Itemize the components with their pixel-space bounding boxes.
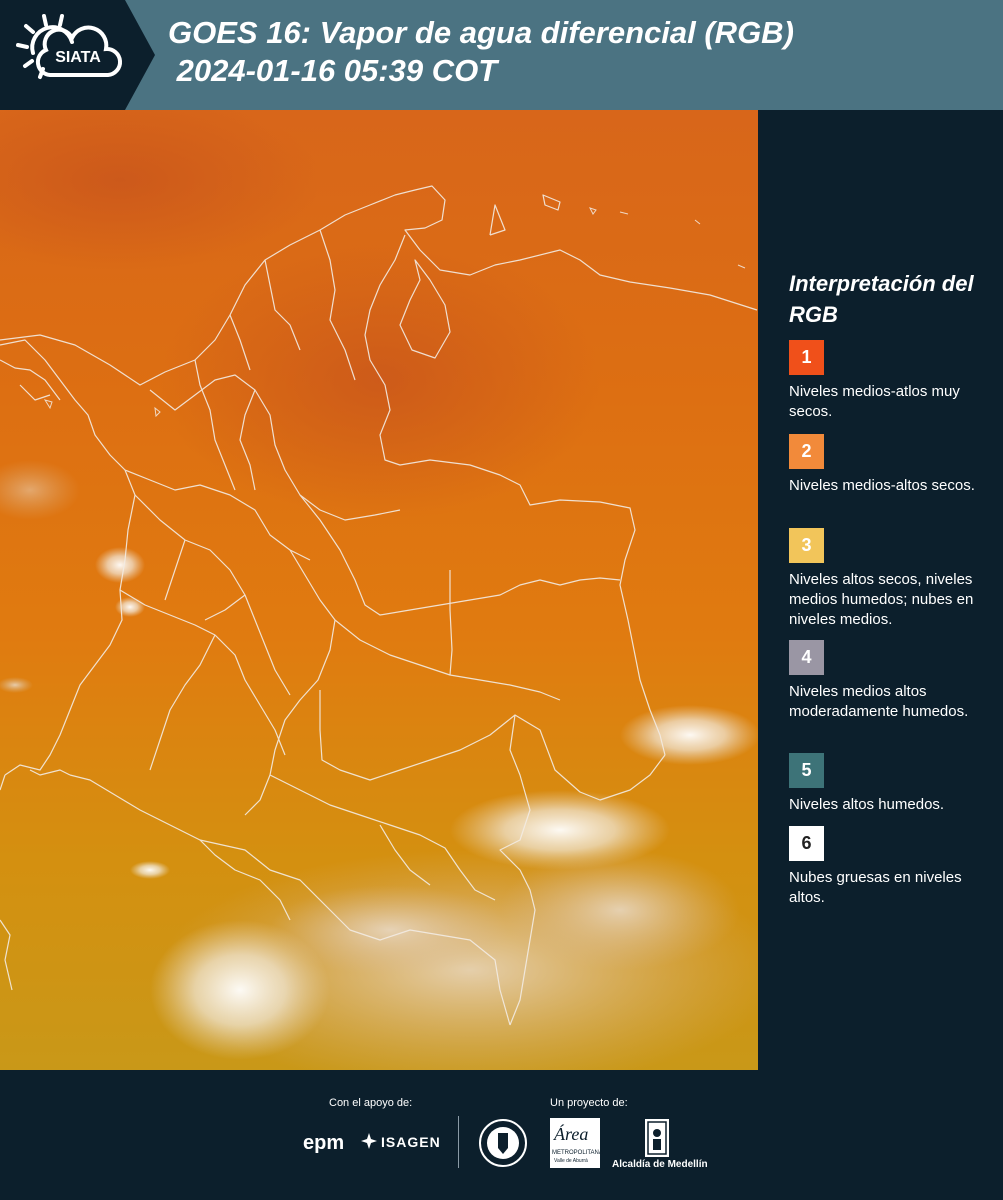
cloud-mass bbox=[620, 705, 758, 765]
legend-text: Niveles medios altos moderadamente humed… bbox=[789, 683, 969, 720]
legend-swatch: 1 bbox=[789, 340, 824, 375]
cloud-mass bbox=[115, 597, 145, 617]
colombia-ecuador-border bbox=[29, 769, 71, 776]
department-border bbox=[119, 589, 286, 756]
footer: Con el apoyo de: Un proyecto de: epm ISA… bbox=[0, 1070, 1003, 1200]
cloud-mass bbox=[0, 460, 80, 520]
area-metropolitana-logo: Área METROPOLITANA Valle de Aburrá bbox=[550, 1118, 603, 1168]
legend-text: Niveles medios-atlos muy secos. bbox=[789, 383, 960, 420]
department-border bbox=[334, 619, 561, 701]
page-title: GOES 16: Vapor de agua diferencial (RGB)… bbox=[168, 15, 794, 88]
siata-logo: SIATA bbox=[0, 0, 155, 110]
venezuela-coast bbox=[489, 194, 561, 236]
project-label: Un proyecto de: bbox=[550, 1097, 628, 1109]
cloud-mass bbox=[95, 547, 145, 583]
alcaldia-logo: Alcaldía de Medellín bbox=[612, 1159, 708, 1170]
legend-swatch: 4 bbox=[789, 640, 824, 675]
legend-item-4: 4 Niveles medios altos moderadamente hum… bbox=[789, 640, 994, 722]
legend-text: Niveles medios-altos secos. bbox=[789, 477, 975, 494]
isagen-icon bbox=[361, 1133, 377, 1149]
cloud-mass bbox=[130, 861, 170, 879]
area-logo-sub2: Valle de Aburrá bbox=[554, 1158, 588, 1164]
cloud-mass bbox=[270, 885, 510, 975]
legend-swatch: 3 bbox=[789, 528, 824, 563]
alcaldia-shield-icon bbox=[645, 1119, 669, 1157]
header-bar: SIATA GOES 16: Vapor de agua diferencial… bbox=[0, 0, 1003, 110]
satellite-image bbox=[0, 110, 758, 1070]
legend-swatch: 2 bbox=[789, 434, 824, 469]
legend-panel: Interpretación del RGB 1 Niveles medios-… bbox=[758, 110, 1003, 1070]
legend-text: Niveles altos secos, niveles medios hume… bbox=[789, 571, 974, 628]
legend-text: Niveles altos humedos. bbox=[789, 796, 945, 813]
footer-divider bbox=[458, 1116, 459, 1168]
legend-swatch: 5 bbox=[789, 753, 824, 788]
panama-isthmus bbox=[0, 359, 61, 401]
department-border bbox=[244, 549, 336, 816]
epm-logo: epm bbox=[303, 1132, 345, 1154]
ecuador-coast bbox=[0, 774, 13, 991]
area-logo-text: Área bbox=[554, 1124, 589, 1144]
support-label: Con el apoyo de: bbox=[329, 1097, 413, 1109]
legend-swatch: 6 bbox=[789, 826, 824, 861]
dry-region bbox=[0, 110, 320, 270]
logo-text: SIATA bbox=[55, 49, 101, 66]
legend-item-1: 1 Niveles medios-atlos muy secos. bbox=[789, 340, 994, 422]
legend-item-3: 3 Niveles altos secos, niveles medios hu… bbox=[789, 528, 994, 630]
dry-region bbox=[160, 240, 600, 520]
department-border bbox=[149, 539, 246, 771]
isagen-logo: ISAGEN bbox=[381, 1134, 441, 1150]
cloud-mass bbox=[500, 850, 740, 970]
legend-text: Nubes gruesas en niveles altos. bbox=[789, 869, 962, 906]
cloud-mass bbox=[0, 677, 33, 693]
seal-icon bbox=[479, 1119, 527, 1167]
department-border bbox=[134, 494, 291, 696]
legend-item-6: 6 Nubes gruesas en niveles altos. bbox=[789, 826, 994, 908]
legend-title: Interpretación del RGB bbox=[789, 271, 974, 327]
legend-item-2: 2 Niveles medios-altos secos. bbox=[789, 434, 994, 496]
department-border bbox=[319, 570, 516, 781]
legend-item-5: 5 Niveles altos humedos. bbox=[789, 753, 994, 815]
area-logo-sub: METROPOLITANA bbox=[552, 1150, 603, 1156]
